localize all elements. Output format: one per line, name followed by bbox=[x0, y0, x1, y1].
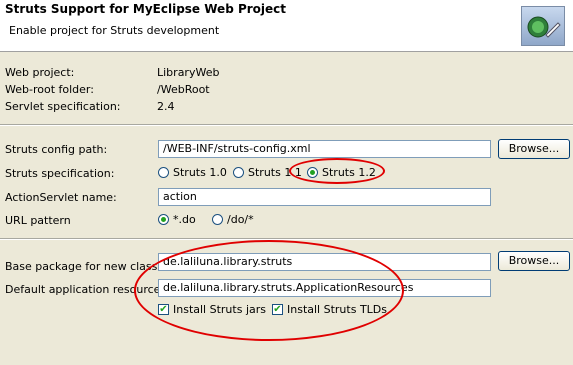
highlight-ellipse-classes bbox=[134, 240, 404, 341]
struts-config-browse-button[interactable]: Browse... bbox=[498, 139, 570, 159]
servlet-spec-label: Servlet specification: bbox=[5, 100, 121, 113]
url-pattern-option-label: *.do bbox=[173, 213, 196, 226]
wizard-subtitle: Enable project for Struts development bbox=[9, 24, 220, 37]
wizard-header: Struts Support for MyEclipse Web Project… bbox=[0, 0, 573, 52]
struts-spec-option-label: Struts 1.0 bbox=[173, 166, 227, 179]
struts-spec-radio-1-0[interactable]: Struts 1.0 bbox=[158, 166, 227, 179]
highlight-ellipse-struts-spec bbox=[289, 158, 385, 184]
url-pattern-option-label: /do/* bbox=[227, 213, 254, 226]
radio-button-icon bbox=[212, 214, 223, 225]
web-root-value: /WebRoot bbox=[157, 83, 210, 96]
struts-config-path-field[interactable]: /WEB-INF/struts-config.xml bbox=[158, 140, 491, 158]
radio-button-icon bbox=[158, 167, 169, 178]
web-project-value: LibraryWeb bbox=[157, 66, 220, 79]
actionservlet-name-field[interactable]: action bbox=[158, 188, 491, 206]
url-pattern-radio-do[interactable]: *.do bbox=[158, 213, 196, 226]
wizard-banner-icon bbox=[521, 6, 565, 46]
url-pattern-radio-do-slash[interactable]: /do/* bbox=[212, 213, 254, 226]
actionservlet-name-label: ActionServlet name: bbox=[5, 191, 117, 204]
struts-config-path-label: Struts config path: bbox=[5, 143, 108, 156]
web-root-label: Web-root folder: bbox=[5, 83, 94, 96]
radio-button-icon bbox=[233, 167, 244, 178]
struts-spec-label: Struts specification: bbox=[5, 167, 115, 180]
separator bbox=[0, 124, 573, 126]
servlet-spec-value: 2.4 bbox=[157, 100, 175, 113]
radio-button-selected-icon bbox=[158, 214, 169, 225]
wizard-title: Struts Support for MyEclipse Web Project bbox=[5, 2, 287, 16]
url-pattern-label: URL pattern bbox=[5, 214, 71, 227]
web-project-label: Web project: bbox=[5, 66, 75, 79]
base-package-browse-button[interactable]: Browse... bbox=[498, 251, 570, 271]
